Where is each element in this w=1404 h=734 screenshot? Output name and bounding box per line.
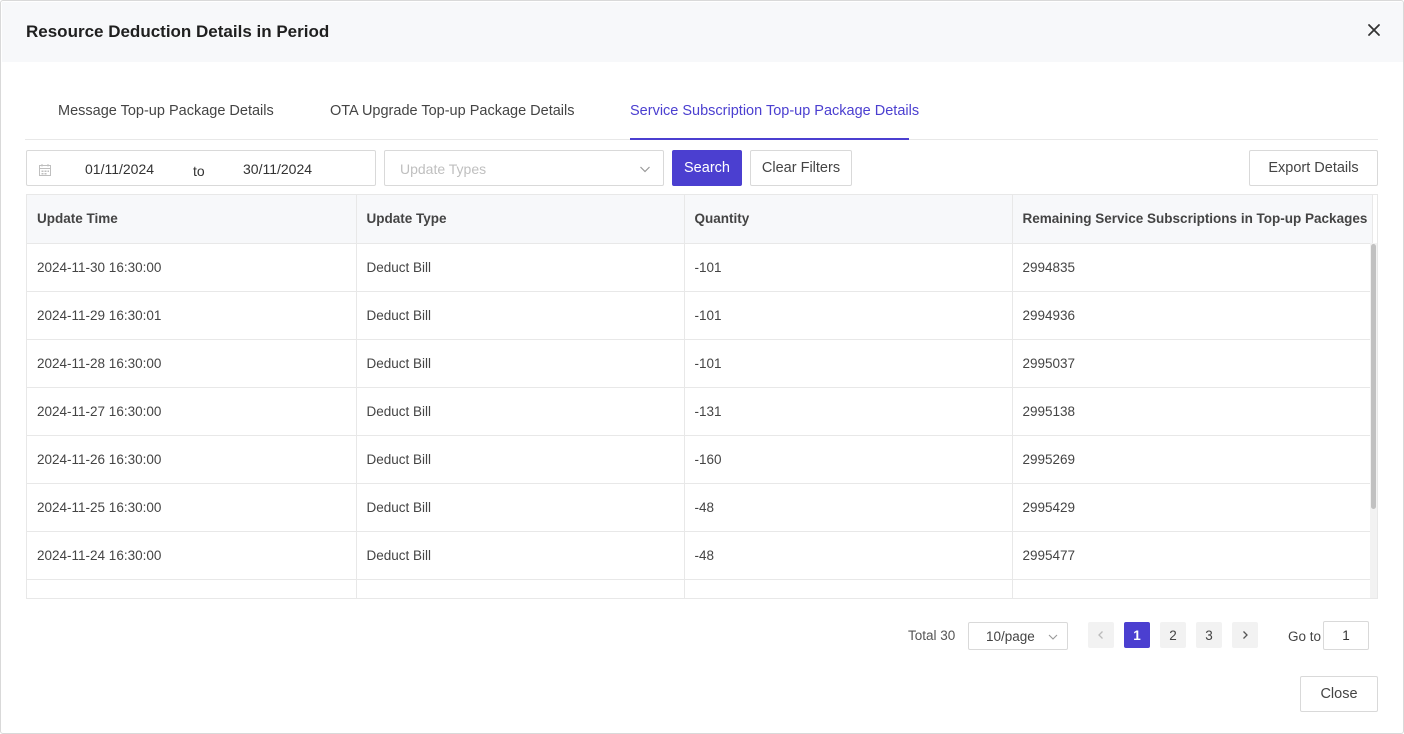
update-types-select[interactable]: Update Types [384,150,664,186]
cell-update-type: Deduct Bill [356,387,685,436]
dialog-header: Resource Deduction Details in Period [2,2,1403,62]
cell-update-type: Deduct Bill [356,435,685,484]
tab-ota-upgrade-topup[interactable]: OTA Upgrade Top-up Package Details [330,103,575,119]
date-range-picker[interactable]: 01/11/2024 to 30/11/2024 [26,150,376,186]
page-button-2[interactable]: 2 [1160,622,1186,648]
table-row: 2024-11-28 16:30:00 Deduct Bill -101 299… [27,339,1373,388]
start-date-input[interactable]: 01/11/2024 [85,161,154,177]
cell-quantity: -48 [684,483,1013,532]
tab-message-topup[interactable]: Message Top-up Package Details [58,103,274,119]
table-row: 2024-11-26 16:30:00 Deduct Bill -160 299… [27,435,1373,484]
table-header-row: Update Time Update Type Quantity Remaini… [27,195,1373,244]
table-scrollbar[interactable] [1370,243,1377,598]
cell-update-time: 2024-11-29 16:30:01 [27,291,357,340]
cell-update-type: Deduct Bill [356,339,685,388]
close-button[interactable]: Close [1300,676,1378,712]
cell-update-time: 2024-11-28 16:30:00 [27,339,357,388]
table-row: 2024-11-29 16:30:01 Deduct Bill -101 299… [27,291,1373,340]
update-types-placeholder: Update Types [400,161,487,177]
export-details-button[interactable]: Export Details [1249,150,1378,186]
search-button[interactable]: Search [672,150,742,186]
cell-update-type: Deduct Bill [356,579,685,598]
page-button-1[interactable]: 1 [1124,622,1150,648]
column-header-update-time: Update Time [27,195,357,244]
cell-quantity: -101 [684,291,1013,340]
cell-update-type: Deduct Bill [356,483,685,532]
table-row: 2024-11-25 16:30:00 Deduct Bill -48 2995… [27,483,1373,532]
cell-update-time: 2024-11-23 16:30:00 [27,579,357,598]
cell-remaining: 2995477 [1012,531,1373,580]
cell-update-time: 2024-11-30 16:30:00 [27,243,357,292]
page-size-value: 10/page [986,629,1035,644]
table-row: 2024-11-24 16:30:00 Deduct Bill -48 2995… [27,531,1373,580]
cell-quantity: -160 [684,435,1013,484]
next-page-button[interactable] [1232,622,1258,648]
dialog-title: Resource Deduction Details in Period [26,22,330,41]
cell-remaining: 2995037 [1012,339,1373,388]
chevron-down-icon [640,166,650,173]
table-row: 2024-11-23 16:30:00 Deduct Bill -48 2995… [27,579,1373,598]
cell-quantity: -101 [684,339,1013,388]
cell-remaining: 2995429 [1012,483,1373,532]
cell-update-time: 2024-11-27 16:30:00 [27,387,357,436]
goto-page-input[interactable] [1323,621,1369,650]
cell-update-type: Deduct Bill [356,531,685,580]
cell-quantity: -48 [684,531,1013,580]
chevron-left-icon [1098,631,1103,639]
close-icon[interactable] [1363,19,1385,41]
page-button-3[interactable]: 3 [1196,622,1222,648]
tab-bar: Message Top-up Package Details OTA Upgra… [25,89,1378,140]
active-tab-indicator [630,138,909,140]
column-header-quantity: Quantity [684,195,1013,244]
prev-page-button[interactable] [1088,622,1114,648]
chevron-right-icon [1243,631,1248,639]
cell-remaining: 2995138 [1012,387,1373,436]
table-row: 2024-11-27 16:30:00 Deduct Bill -131 299… [27,387,1373,436]
cell-update-time: 2024-11-24 16:30:00 [27,531,357,580]
clear-filters-button[interactable]: Clear Filters [750,150,852,186]
date-range-separator: to [193,163,205,179]
column-header-update-type: Update Type [356,195,685,244]
cell-remaining: 2995269 [1012,435,1373,484]
scrollbar-thumb[interactable] [1371,244,1376,509]
chevron-down-icon [1048,634,1058,640]
page-size-select[interactable]: 10/page [968,622,1068,650]
cell-update-time: 2024-11-26 16:30:00 [27,435,357,484]
resource-deduction-dialog: Resource Deduction Details in Period Mes… [0,0,1404,734]
end-date-input[interactable]: 30/11/2024 [243,161,312,177]
cell-quantity: -48 [684,579,1013,598]
cell-update-type: Deduct Bill [356,291,685,340]
cell-remaining: 2994936 [1012,291,1373,340]
cell-remaining: 2994835 [1012,243,1373,292]
column-header-remaining: Remaining Service Subscriptions in Top-u… [1012,195,1373,244]
calendar-icon [39,164,51,176]
cell-quantity: -101 [684,243,1013,292]
cell-remaining: 2995525 [1012,579,1373,598]
total-count: Total 30 [908,628,956,643]
cell-update-type: Deduct Bill [356,243,685,292]
goto-label: Go to [1288,629,1322,644]
cell-update-time: 2024-11-25 16:30:00 [27,483,357,532]
cell-quantity: -131 [684,387,1013,436]
table-row: 2024-11-30 16:30:00 Deduct Bill -101 299… [27,243,1373,292]
tab-service-subscription-topup[interactable]: Service Subscription Top-up Package Deta… [630,103,919,119]
deduction-table: Update Time Update Type Quantity Remaini… [26,194,1378,599]
